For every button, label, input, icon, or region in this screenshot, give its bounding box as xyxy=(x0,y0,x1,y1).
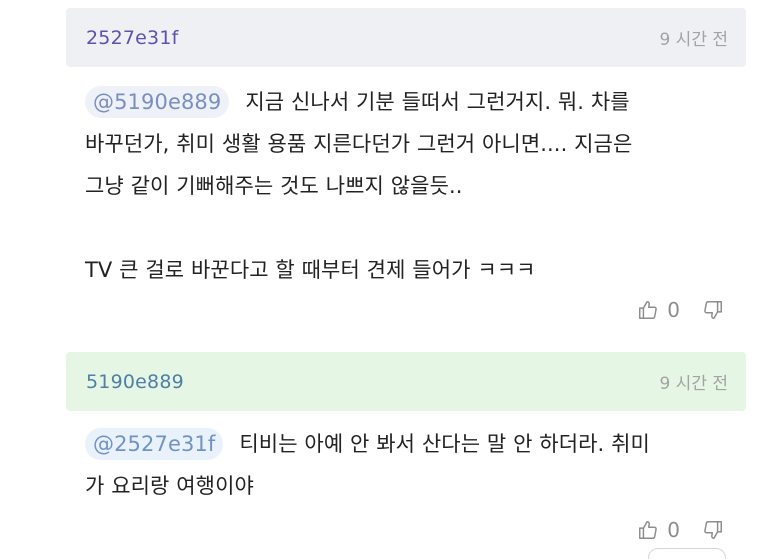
floating-pill-button[interactable] xyxy=(648,548,726,559)
dislike-button[interactable] xyxy=(702,299,724,321)
like-button[interactable] xyxy=(637,299,659,321)
comment-header: 2527e31f 9 시간 전 xyxy=(66,8,746,67)
mention-tag[interactable]: @5190e889 xyxy=(85,86,230,118)
comment-line: @2527e31f 티비는 아예 안 봐서 산다는 말 안 하더라. 취미 xyxy=(85,423,746,465)
comment-line: 가 요리랑 여행이야 xyxy=(85,474,254,498)
comment-text: 티비는 아예 안 봐서 산다는 말 안 하더라. 취미 xyxy=(239,432,650,456)
comment: 2527e31f 9 시간 전 @5190e889 지금 신나서 기분 들떠서 그… xyxy=(66,8,746,322)
comment-author[interactable]: 2527e31f xyxy=(86,27,179,49)
comment-author[interactable]: 5190e889 xyxy=(86,371,184,393)
comment-line: 바꾸던가, 취미 생활 용품 지른다던가 그런거 아니면.... 지금은 xyxy=(85,132,633,156)
thumbs-up-icon xyxy=(639,301,658,319)
dislike-button[interactable] xyxy=(702,519,724,541)
comment-thread: 2527e31f 9 시간 전 @5190e889 지금 신나서 기분 들떠서 그… xyxy=(0,0,763,559)
comment-time: 9 시간 전 xyxy=(659,374,728,394)
thumbs-down-icon xyxy=(704,301,722,319)
thumbs-down-icon xyxy=(704,521,722,539)
thumbs-up-icon xyxy=(639,521,658,539)
comment-line: @5190e889 지금 신나서 기분 들떠서 그런거지. 뭐. 차를 xyxy=(85,81,746,123)
like-count: 0 xyxy=(667,298,680,322)
vote-bar: 0 xyxy=(637,298,724,322)
comment-line: 그냥 같이 기뻐해주는 것도 나쁘지 않을듯.. xyxy=(85,174,463,198)
comment-line: TV 큰 걸로 바꾼다고 할 때부터 견제 들어가 ㅋㅋㅋ xyxy=(85,258,536,282)
comment-line-blank xyxy=(85,207,746,249)
like-count: 0 xyxy=(667,518,680,542)
comment-body: @5190e889 지금 신나서 기분 들떠서 그런거지. 뭐. 차를 바꾸던가,… xyxy=(66,67,746,291)
comment-text: 지금 신나서 기분 들떠서 그런거지. 뭐. 차를 xyxy=(245,90,630,114)
vote-bar: 0 xyxy=(637,518,724,542)
comment-header: 5190e889 9 시간 전 xyxy=(66,352,746,411)
like-button[interactable] xyxy=(637,519,659,541)
comment: 5190e889 9 시간 전 @2527e31f 티비는 아예 안 봐서 산다는… xyxy=(66,352,746,542)
mention-tag[interactable]: @2527e31f xyxy=(85,428,224,460)
comment-time: 9 시간 전 xyxy=(659,30,728,50)
comment-body: @2527e31f 티비는 아예 안 봐서 산다는 말 안 하더라. 취미 가 요… xyxy=(66,411,746,507)
